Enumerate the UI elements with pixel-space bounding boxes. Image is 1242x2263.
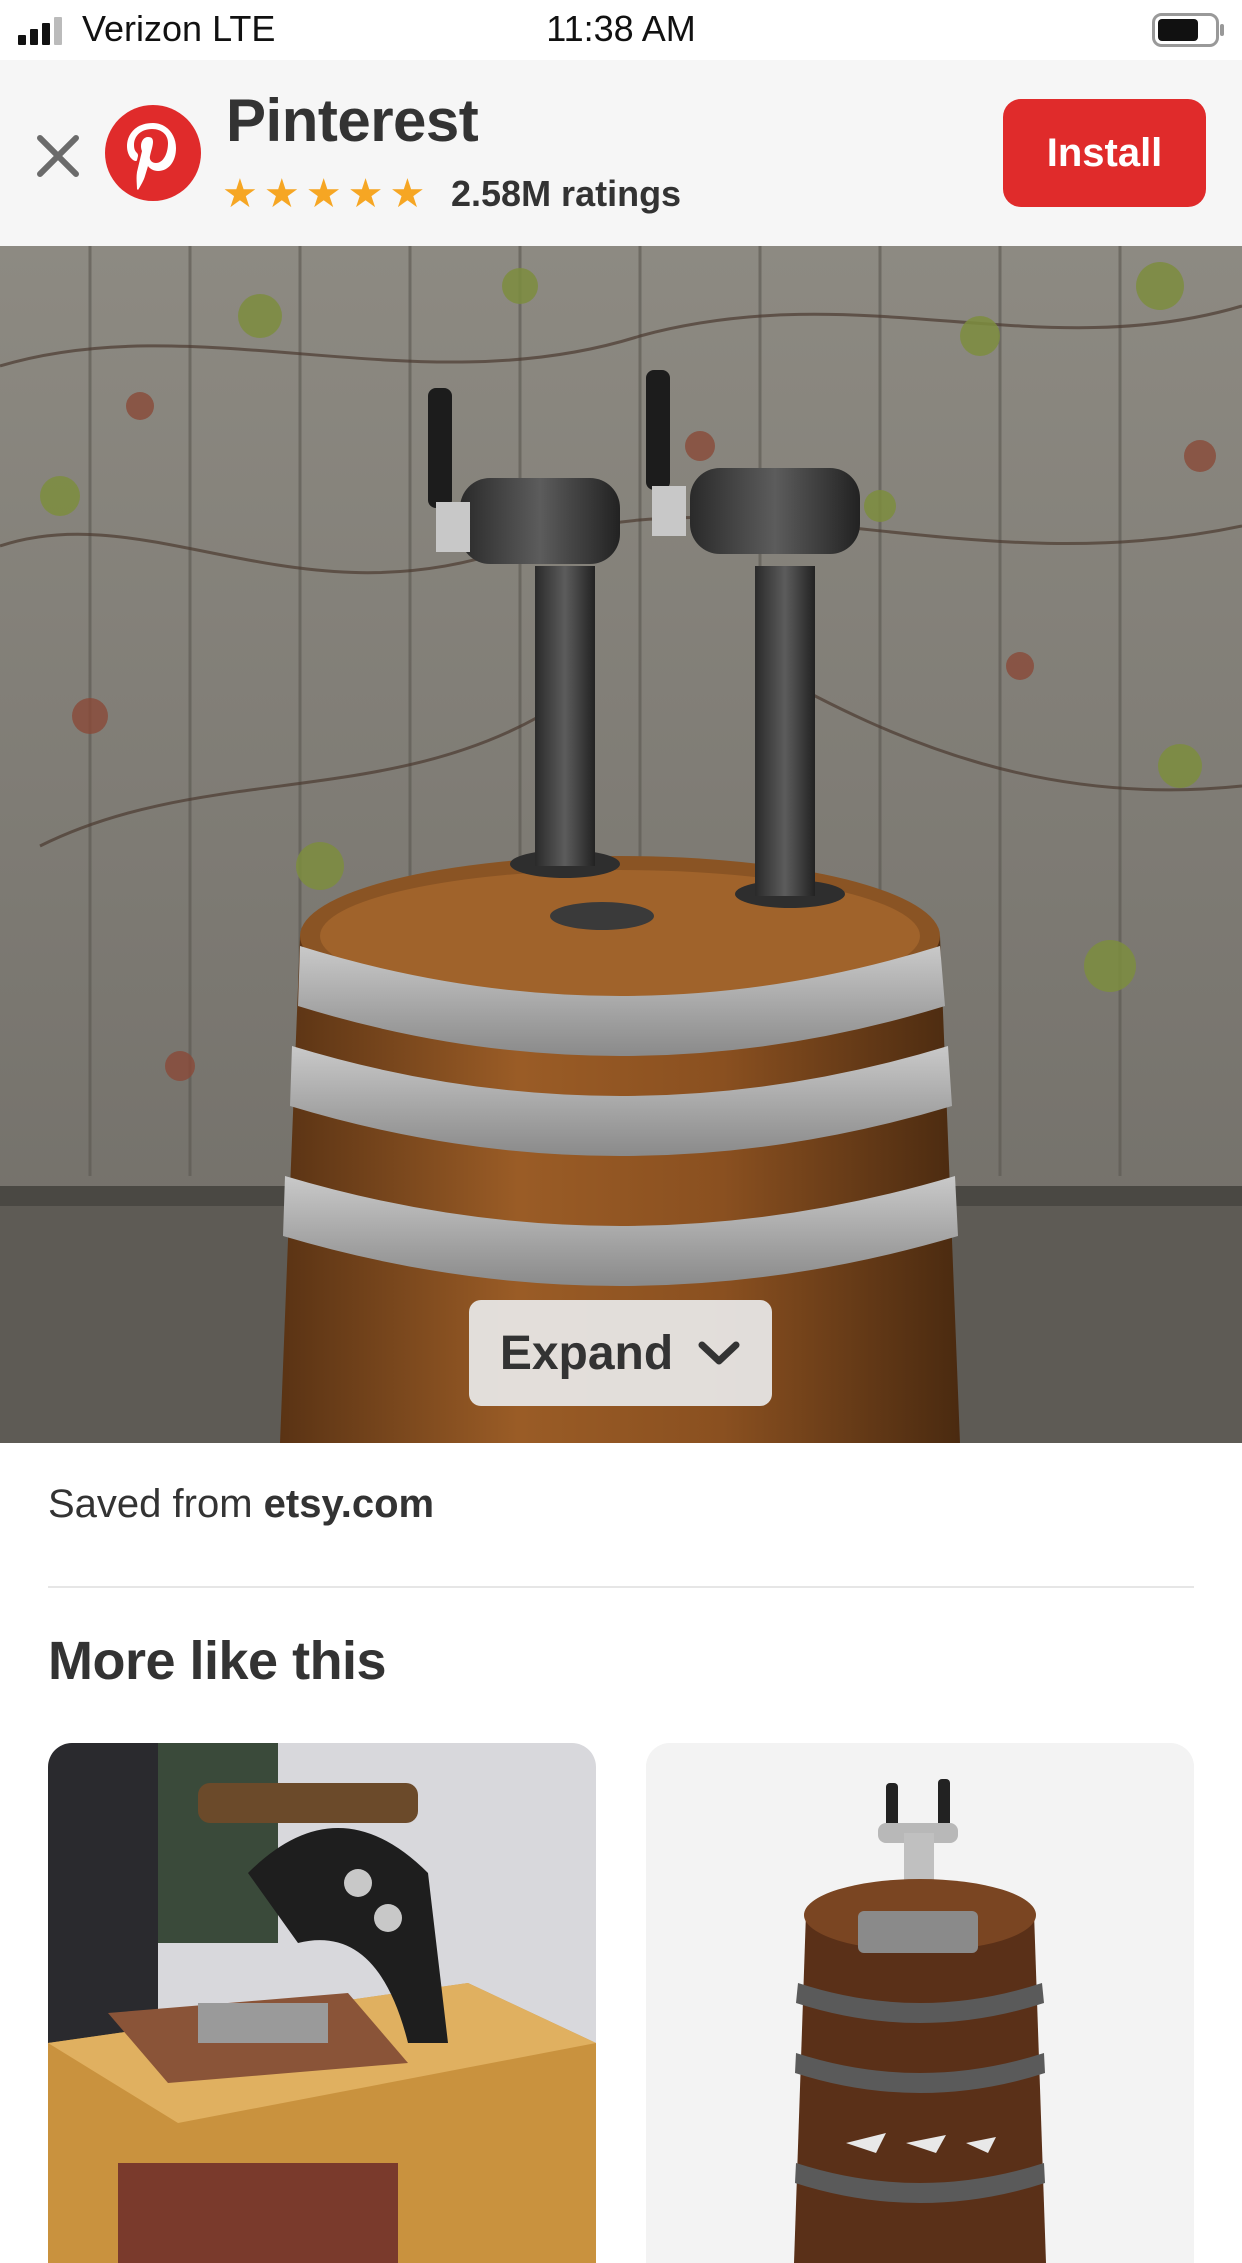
saved-from-prefix: Saved from [48, 1482, 253, 1526]
divider [48, 1586, 1194, 1588]
star-icon: ★ [263, 172, 300, 216]
related-pin-card[interactable] [646, 1743, 1194, 2263]
install-button[interactable]: Install [1003, 99, 1206, 207]
star-icon: ★ [389, 172, 426, 216]
app-name: Pinterest [226, 87, 479, 154]
ratings-count: 2.58M ratings [451, 173, 682, 214]
source-domain-link[interactable]: etsy.com [264, 1482, 434, 1526]
chevron-down-icon [698, 1341, 740, 1365]
pin-image[interactable] [0, 246, 1242, 1443]
pin-photo-barrel-taps [0, 246, 1242, 1443]
rating-stars: ★ ★ ★ ★ ★ [222, 172, 425, 216]
status-bar: Verizon LTE 11:38 AM [0, 0, 1242, 60]
related-pin-image [48, 1743, 596, 2263]
related-pin-image [646, 1743, 1194, 2263]
expand-button[interactable]: Expand [469, 1300, 772, 1406]
star-icon: ★ [347, 172, 384, 216]
related-pin-card[interactable] [48, 1743, 596, 2263]
pinterest-logo-icon [105, 105, 201, 201]
expand-label: Expand [499, 1326, 674, 1380]
status-time: 11:38 AM [546, 8, 696, 49]
star-icon: ★ [222, 172, 258, 216]
more-like-this-heading: More like this [48, 1631, 387, 1691]
saved-from: Saved from etsy.com [48, 1482, 434, 1527]
close-icon[interactable] [34, 132, 82, 180]
app-install-banner: Pinterest ★ ★ ★ ★ ★ 2.58M ratings Instal… [0, 60, 1242, 247]
battery-icon [1152, 13, 1224, 47]
star-icon: ★ [305, 172, 342, 216]
